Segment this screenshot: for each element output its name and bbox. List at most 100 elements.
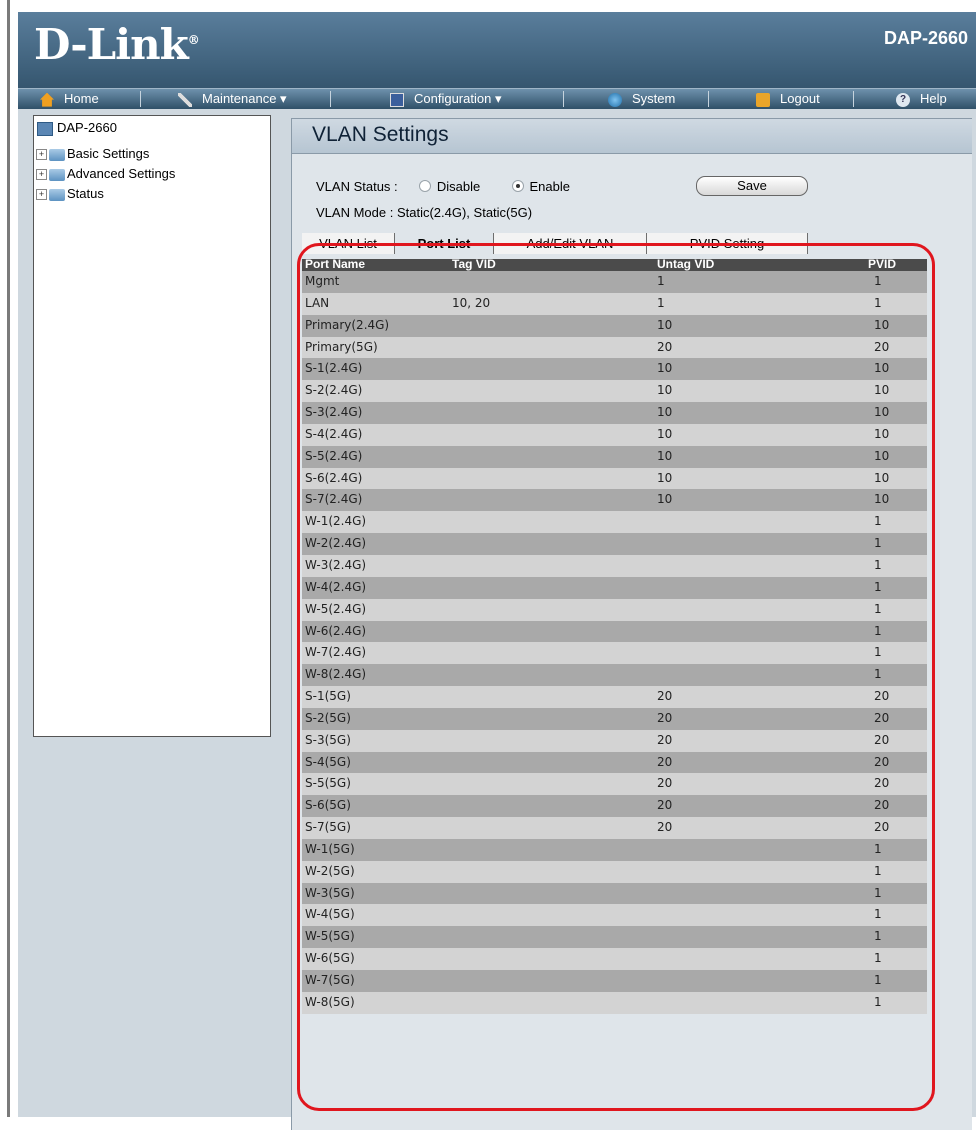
pvid-cell: 1: [874, 295, 882, 310]
port-name-cell: W-8(5G): [305, 994, 355, 1009]
port-name-cell: W-1(5G): [305, 841, 355, 856]
menu-logout[interactable]: Logout: [756, 89, 820, 109]
pvid-cell: 1: [874, 536, 882, 551]
port-name-cell: W-4(5G): [305, 907, 355, 922]
save-button[interactable]: Save: [696, 176, 808, 196]
table-row: W-1(5G) 1: [302, 838, 927, 861]
brand-logo: D-Link®: [34, 20, 200, 69]
port-name-cell: Primary(2.4G): [305, 317, 390, 332]
untag-vid-cell: 1: [657, 295, 665, 310]
key-icon: [756, 92, 770, 107]
table-body: Mgmt 1 1 LAN 10, 20 1 1 Primary(2.4G) 10 10 Primar…: [302, 271, 927, 1014]
pvid-cell: 1: [874, 994, 882, 1009]
tab-add-edit-vlan[interactable]: Add/Edit VLAN: [494, 233, 647, 254]
untag-vid-cell: 10: [657, 470, 673, 485]
pvid-cell: 20: [874, 732, 890, 747]
pvid-cell: 10: [874, 448, 890, 463]
pvid-cell: 1: [874, 645, 882, 660]
port-name-cell: W-7(2.4G): [305, 645, 367, 660]
table-row: S-5(5G) 20 20: [302, 773, 927, 796]
pvid-cell: 1: [874, 667, 882, 682]
pvid-cell: 20: [874, 820, 890, 835]
port-name-cell: W-5(2.4G): [305, 601, 367, 616]
folder-icon: [49, 148, 65, 161]
untag-vid-cell: 10: [657, 448, 673, 463]
pvid-cell: 20: [874, 754, 890, 769]
port-name-cell: S-6(5G): [305, 798, 351, 813]
untag-vid-cell: 20: [657, 754, 673, 769]
header: D-Link® DAP-2660: [18, 12, 976, 88]
pvid-cell: 1: [874, 579, 882, 594]
expand-icon[interactable]: +: [36, 189, 47, 201]
untag-vid-cell: 10: [657, 317, 673, 332]
expand-icon[interactable]: +: [36, 169, 47, 181]
pvid-cell: 20: [874, 689, 890, 704]
table-row: W-5(5G) 1: [302, 926, 927, 949]
tree-root-device[interactable]: DAP-2660: [37, 120, 117, 136]
port-name-cell: S-7(2.4G): [305, 492, 363, 507]
model-name: DAP-2660: [883, 28, 968, 48]
table-row: S-6(5G) 20 20: [302, 795, 927, 818]
port-name-cell: W-8(2.4G): [305, 667, 367, 682]
tree-item-basic-settings[interactable]: + Basic Settings: [36, 146, 149, 162]
menu-system[interactable]: System: [608, 89, 675, 109]
tab-pvid-setting[interactable]: PVID Setting: [647, 233, 808, 254]
port-name-cell: S-3(2.4G): [305, 405, 363, 420]
port-name-cell: W-3(5G): [305, 885, 355, 900]
expand-icon[interactable]: +: [36, 149, 47, 161]
pvid-cell: 20: [874, 710, 890, 725]
table-row: S-5(2.4G) 10 10: [302, 445, 927, 468]
app-frame: D-Link® DAP-2660 Home Maintenance ▾ Conf…: [18, 12, 976, 1130]
port-name-cell: W-5(5G): [305, 929, 355, 944]
table-row: S-6(2.4G) 10 10: [302, 467, 927, 490]
port-name-cell: W-6(5G): [305, 951, 355, 966]
pvid-cell: 1: [874, 929, 882, 944]
vlan-mode-label: VLAN Mode :: [316, 205, 394, 220]
tab-vlan-list[interactable]: VLAN List: [302, 233, 395, 254]
pvid-cell: 1: [874, 907, 882, 922]
table-row: S-1(5G) 20 20: [302, 686, 927, 708]
panel-title-bar: VLAN Settings: [292, 119, 972, 154]
col-pvid: PVID: [868, 259, 897, 271]
untag-vid-cell: 10: [657, 383, 673, 398]
untag-vid-cell: 20: [657, 798, 673, 813]
port-list-table: Port Name Tag VID Untag VID PVID Mgmt 1 1 L…: [302, 259, 927, 1014]
pvid-cell: 1: [874, 951, 882, 966]
table-row: W-8(5G) 1: [302, 991, 927, 1014]
untag-vid-cell: 20: [657, 689, 673, 704]
disable-radio[interactable]: [418, 180, 431, 192]
vlan-mode-row: VLAN Mode : Static(2.4G), Static(5G): [316, 205, 532, 220]
table-row: W-5(2.4G) 1: [302, 598, 927, 621]
menu-help[interactable]: ? Help: [896, 89, 947, 109]
pvid-cell: 1: [874, 973, 882, 987]
save-disk-icon: [390, 92, 404, 107]
vlan-status-row: VLAN Status : Disable Enable: [316, 179, 570, 194]
computer-icon: [37, 121, 53, 136]
enable-radio[interactable]: [511, 180, 524, 192]
table-row: S-1(2.4G) 10 10: [302, 358, 927, 381]
page-title: VLAN Settings: [312, 123, 449, 146]
pvid-cell: 1: [874, 601, 882, 616]
menu-home[interactable]: Home: [40, 89, 99, 109]
tree-item-status[interactable]: + Status: [36, 186, 104, 202]
tree-item-advanced-settings[interactable]: + Advanced Settings: [36, 166, 175, 182]
disable-label: Disable: [436, 179, 481, 194]
menu-maintenance[interactable]: Maintenance ▾: [178, 89, 287, 109]
pvid-cell: 20: [874, 339, 890, 354]
port-name-cell: W-6(2.4G): [305, 623, 367, 638]
port-name-cell: S-1(2.4G): [305, 361, 363, 376]
port-name-cell: W-2(5G): [305, 863, 355, 878]
vlan-settings-panel: VLAN Settings VLAN Status : Disable Enab…: [291, 118, 972, 1130]
port-name-cell: S-1(5G): [305, 689, 351, 704]
tools-icon: [178, 92, 192, 107]
tab-port-list[interactable]: Port List: [395, 233, 494, 254]
port-name-cell: W-4(2.4G): [305, 579, 367, 594]
table-row: W-7(5G) 1: [302, 970, 927, 992]
table-row: W-1(2.4G) 1: [302, 511, 927, 534]
port-name-cell: S-6(2.4G): [305, 470, 363, 485]
untag-vid-cell: 20: [657, 710, 673, 725]
port-name-cell: S-7(5G): [305, 820, 351, 835]
menu-configuration[interactable]: Configuration ▾: [390, 89, 501, 109]
table-row: S-4(5G) 20 20: [302, 751, 927, 774]
table-row: W-4(5G) 1: [302, 904, 927, 927]
